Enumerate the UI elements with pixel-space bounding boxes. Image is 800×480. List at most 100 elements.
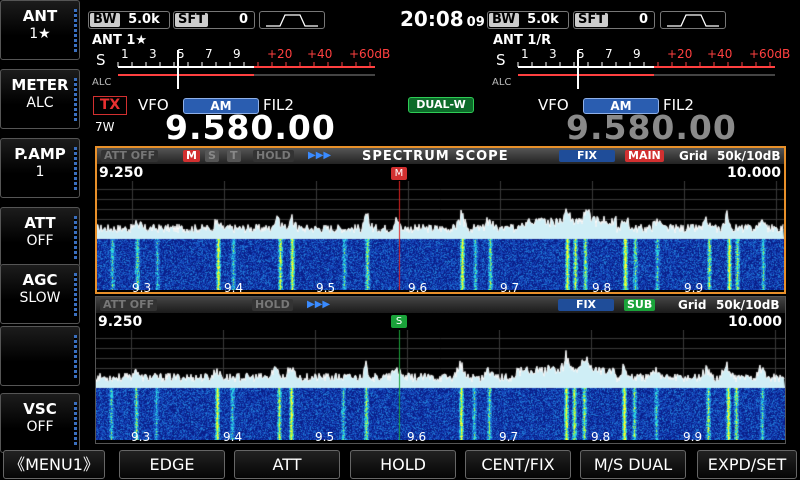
bottom-key-menu1[interactable]: 《MENU1》 <box>3 450 105 479</box>
main-sft-indicator[interactable]: SFT 0 <box>173 11 255 29</box>
meter-scale-label: +40 <box>707 47 732 61</box>
bottom-key-edge[interactable]: EDGE <box>119 450 225 479</box>
clock-time: 20:08 <box>400 7 464 31</box>
main-bw-value: 5.0k <box>128 12 160 27</box>
freq-tick-label: 9.6 <box>407 430 427 444</box>
main-scope-header: ATT OFF M S T HOLD ▶▶▶ SPECTRUM SCOPE FI… <box>97 148 784 164</box>
tx-indicator: TX <box>93 96 127 115</box>
sub-bw-label: BW <box>489 13 519 27</box>
left-key-vsc[interactable]: VSC OFF <box>0 393 80 453</box>
key-indicator-bar <box>74 216 77 260</box>
left-key-agc[interactable]: AGC SLOW <box>0 264 80 324</box>
left-key-value: OFF <box>26 233 54 249</box>
main-s-label: S <box>96 51 106 69</box>
sub-scope-att[interactable]: ATT OFF <box>100 299 158 311</box>
main-frequency[interactable]: 9.580.00 <box>165 108 336 147</box>
key-indicator-bar <box>74 335 77 379</box>
sub-scope-span: 50k/10dB <box>716 298 780 312</box>
main-scope-span: 50k/10dB <box>717 149 781 163</box>
meter-scale-label: 9 <box>633 47 641 61</box>
freq-tick-label: 9.7 <box>499 430 519 444</box>
meter-scale-label: +60dB <box>349 47 390 61</box>
meter-scale-label: 9 <box>233 47 241 61</box>
main-scope-main-tag: MAIN <box>625 150 664 162</box>
main-filter-shape-icon <box>259 11 325 29</box>
main-scope-grid: Grid <box>679 149 708 163</box>
main-scope-waterfall[interactable] <box>97 181 784 290</box>
main-scope-fix[interactable]: FIX <box>559 150 615 162</box>
bottom-key-att[interactable]: ATT <box>234 450 340 479</box>
main-scope-title: SPECTRUM SCOPE <box>362 149 509 164</box>
key-indicator-bar <box>74 402 77 446</box>
main-alc-label: ALC <box>92 77 111 88</box>
sub-sft-value: 0 <box>638 12 648 27</box>
left-key-value: 1★ <box>29 26 51 42</box>
main-scope-ticks: 9.3 9.4 9.5 9.6 9.7 9.8 9.9 <box>97 281 784 295</box>
sub-scope-right-freq: 10.000 <box>727 314 782 330</box>
sub-alc-label: ALC <box>492 77 511 88</box>
sub-s-label: S <box>496 51 506 69</box>
sub-scope-fix[interactable]: FIX <box>558 299 614 311</box>
meter-scale-label: 1 <box>121 47 129 61</box>
main-scope-t-tag: T <box>227 150 241 162</box>
meter-scale-label: 3 <box>549 47 557 61</box>
bottom-key-centfix[interactable]: CENT/FIX <box>465 450 571 479</box>
sub-vfo-label[interactable]: VFO <box>538 96 569 114</box>
left-key-title: ANT <box>22 7 58 25</box>
left-key-ant[interactable]: ANT 1★ <box>0 0 80 60</box>
left-key-title: METER <box>11 76 69 94</box>
play-arrows-icon: ▶▶▶ <box>307 299 331 310</box>
bottom-key-expdset[interactable]: EXPD/SET <box>697 450 797 479</box>
main-bw-label: BW <box>90 13 120 27</box>
sub-scope-left-freq: 9.250 <box>98 314 143 330</box>
left-key-title: AGC <box>22 271 58 289</box>
freq-tick-label: 9.9 <box>684 281 704 295</box>
key-indicator-bar <box>74 147 77 191</box>
left-key-title: VSC <box>23 400 57 418</box>
play-arrows-icon: ▶▶▶ <box>308 150 332 161</box>
sub-frequency[interactable]: 9.580.00 <box>566 108 737 147</box>
main-scope-right-freq: 10.000 <box>726 165 781 181</box>
main-s-meter: S 1 3 5 7 9 +20 +40 +60dBALC <box>92 47 390 89</box>
bottom-key-hold[interactable]: HOLD <box>350 450 456 479</box>
sub-sft-indicator[interactable]: SFT 0 <box>573 11 655 29</box>
freq-tick-label: 9.7 <box>500 281 520 295</box>
main-scope-left-freq: 9.250 <box>99 165 144 181</box>
dual-watch-badge: DUAL-W <box>408 97 474 113</box>
left-key-title: ATT <box>24 214 56 232</box>
left-key-value: SLOW <box>19 290 61 306</box>
main-spectrum-scope[interactable]: ATT OFF M S T HOLD ▶▶▶ SPECTRUM SCOPE FI… <box>95 146 786 295</box>
left-key-pamp[interactable]: P.AMP 1 <box>0 138 80 198</box>
sub-spectrum-scope[interactable]: ATT OFF HOLD ▶▶▶ FIX SUB Grid 50k/10dB 9… <box>95 296 786 444</box>
meter-scale-label: +20 <box>667 47 692 61</box>
sub-scope-hold[interactable]: HOLD <box>252 299 293 311</box>
clock: 20:08 09 <box>400 7 485 31</box>
freq-tick-label: 9.4 <box>224 281 244 295</box>
main-scope-s-tag: S <box>205 150 219 162</box>
sub-sft-label: SFT <box>575 13 609 27</box>
bottom-key-msdual[interactable]: M/S DUAL <box>580 450 686 479</box>
sub-scope-header: ATT OFF HOLD ▶▶▶ FIX SUB Grid 50k/10dB <box>96 297 785 313</box>
left-key-att[interactable]: ATT OFF <box>0 207 80 267</box>
meter-scale-label: 7 <box>205 47 213 61</box>
main-scope-hold[interactable]: HOLD <box>253 150 294 162</box>
left-key-blank[interactable] <box>0 326 80 386</box>
main-scope-m-tag: M <box>183 150 200 162</box>
main-scope-marker: M <box>391 167 407 180</box>
sub-scope-marker: S <box>391 315 407 328</box>
meter-scale-label: +60dB <box>749 47 790 61</box>
key-indicator-bar <box>74 78 77 122</box>
main-sft-value: 0 <box>238 12 248 27</box>
sub-bw-value: 5.0k <box>527 12 559 27</box>
left-key-meter[interactable]: METER ALC <box>0 69 80 129</box>
main-scope-att[interactable]: ATT OFF <box>101 150 159 162</box>
clock-seconds: 09 <box>466 15 485 30</box>
meter-scale-label: +40 <box>307 47 332 61</box>
sub-scope-waterfall[interactable] <box>96 330 785 440</box>
left-key-value: ALC <box>26 95 54 111</box>
main-bw-indicator[interactable]: BW 5.0k <box>88 11 170 29</box>
freq-tick-label: 9.5 <box>316 281 336 295</box>
sub-bw-indicator[interactable]: BW 5.0k <box>487 11 569 29</box>
left-key-value: 1 <box>35 164 45 180</box>
meter-scale-label: +20 <box>267 47 292 61</box>
